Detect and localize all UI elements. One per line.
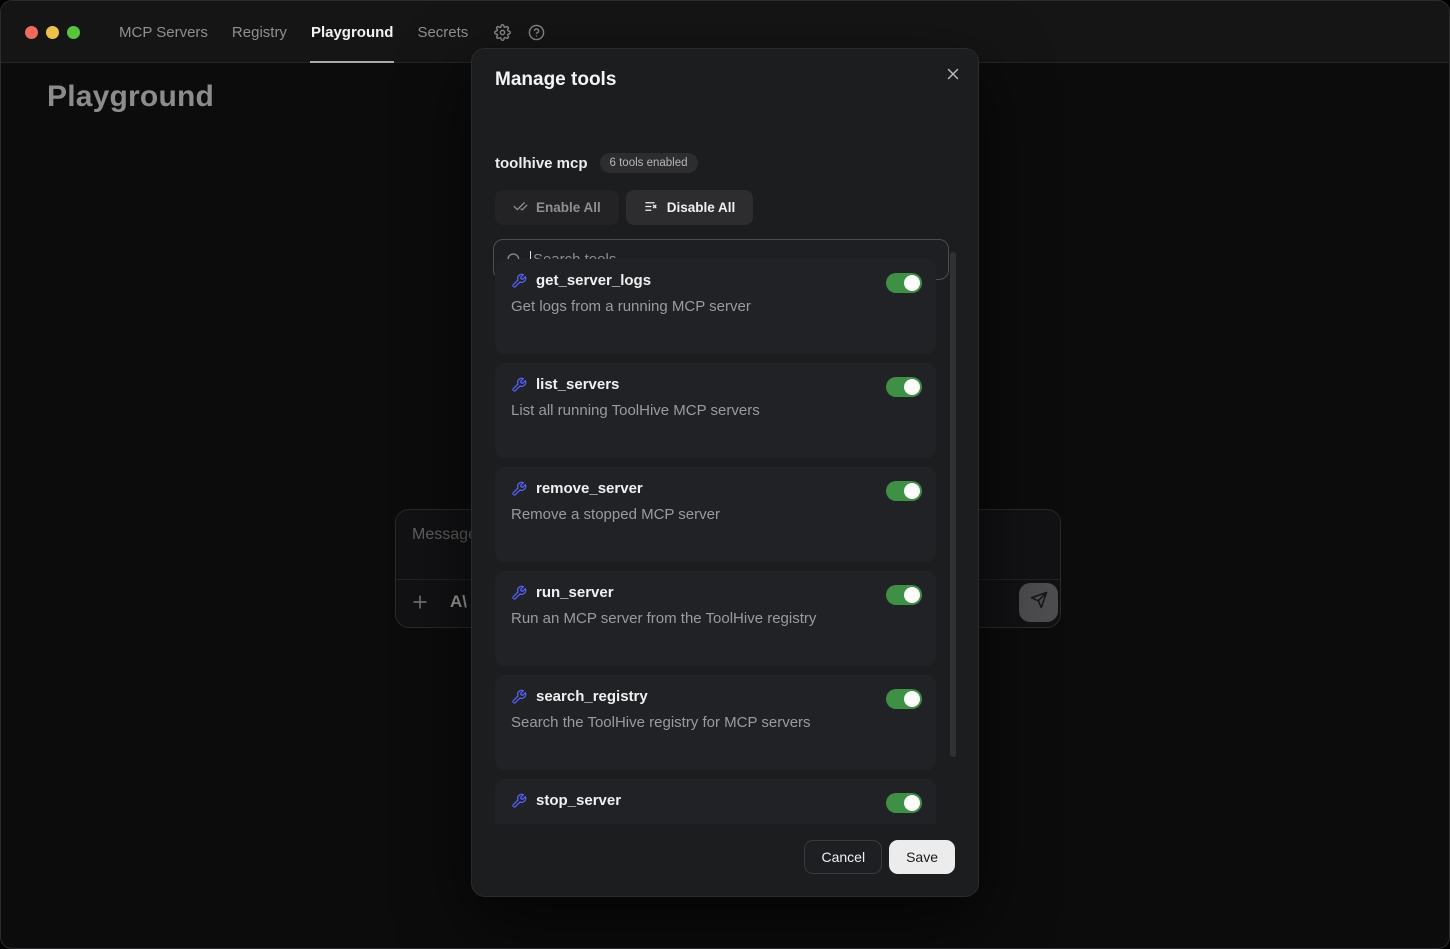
page-title: Playground — [47, 80, 214, 114]
tool-description: Run an MCP server from the ToolHive regi… — [511, 610, 920, 627]
tab-mcp-servers[interactable]: MCP Servers — [119, 1, 208, 63]
dialog-title: Manage tools — [495, 69, 616, 91]
tool-description: Remove a stopped MCP server — [511, 506, 920, 523]
tool-card-list-servers: list_servers List all running ToolHive M… — [495, 363, 936, 458]
plus-icon[interactable] — [410, 592, 430, 612]
tool-toggle[interactable] — [886, 377, 922, 397]
tool-name: get_server_logs — [536, 272, 651, 289]
tool-name: remove_server — [536, 480, 643, 497]
tool-name: stop_server — [536, 792, 621, 809]
tool-toggle[interactable] — [886, 273, 922, 293]
tab-secrets[interactable]: Secrets — [417, 1, 468, 63]
main-nav: MCP Servers Registry Playground Secrets — [119, 1, 468, 63]
check-check-icon — [513, 199, 528, 217]
tool-name: search_registry — [536, 688, 648, 705]
gear-icon[interactable] — [494, 24, 511, 41]
send-button[interactable] — [1019, 583, 1058, 622]
wrench-icon — [511, 585, 527, 601]
close-icon[interactable] — [944, 65, 962, 83]
help-circle-icon[interactable] — [528, 24, 545, 41]
tab-playground[interactable]: Playground — [311, 1, 394, 63]
wrench-icon — [511, 793, 527, 809]
tool-card-remove-server: remove_server Remove a stopped MCP serve… — [495, 467, 936, 562]
maximize-window-button[interactable] — [67, 26, 80, 39]
wrench-icon — [511, 689, 527, 705]
minimize-window-button[interactable] — [46, 26, 59, 39]
tool-description: Search the ToolHive registry for MCP ser… — [511, 714, 920, 731]
tool-name: list_servers — [536, 376, 619, 393]
app-window: Playground Test your MCP servers Message… — [0, 0, 1450, 949]
enable-all-button[interactable]: Enable All — [495, 190, 619, 225]
manage-tools-dialog: Manage tools toolhive mcp 6 tools enable… — [471, 48, 979, 897]
tool-toggle[interactable] — [886, 689, 922, 709]
wrench-icon — [511, 481, 527, 497]
tool-toggle[interactable] — [886, 585, 922, 605]
paper-plane-icon — [1030, 591, 1048, 614]
cancel-button[interactable]: Cancel — [804, 840, 882, 874]
tools-enabled-badge: 6 tools enabled — [600, 153, 698, 173]
tool-toggle[interactable] — [886, 793, 922, 813]
save-button[interactable]: Save — [889, 840, 955, 874]
tool-description: Get logs from a running MCP server — [511, 298, 920, 315]
list-x-icon — [644, 199, 659, 217]
tool-card-run-server: run_server Run an MCP server from the To… — [495, 571, 936, 666]
server-name: toolhive mcp — [495, 155, 588, 172]
tool-toggle[interactable] — [886, 481, 922, 501]
wrench-icon — [511, 377, 527, 393]
tool-description: List all running ToolHive MCP servers — [511, 402, 920, 419]
anthropic-logo-icon[interactable]: A\ — [450, 592, 467, 612]
wrench-icon — [511, 273, 527, 289]
tool-card-stop-server: stop_server — [495, 779, 936, 824]
close-window-button[interactable] — [25, 26, 38, 39]
tool-list[interactable]: get_server_logs Get logs from a running … — [495, 249, 936, 824]
scrollbar-thumb[interactable] — [950, 252, 956, 757]
enable-all-label: Enable All — [536, 200, 601, 215]
tool-card-search-registry: search_registry Search the ToolHive regi… — [495, 675, 936, 770]
disable-all-button[interactable]: Disable All — [626, 190, 754, 225]
disable-all-label: Disable All — [667, 200, 736, 215]
tab-registry[interactable]: Registry — [232, 1, 287, 63]
tool-name: run_server — [536, 584, 614, 601]
tool-card-get-server-logs: get_server_logs Get logs from a running … — [495, 259, 936, 354]
